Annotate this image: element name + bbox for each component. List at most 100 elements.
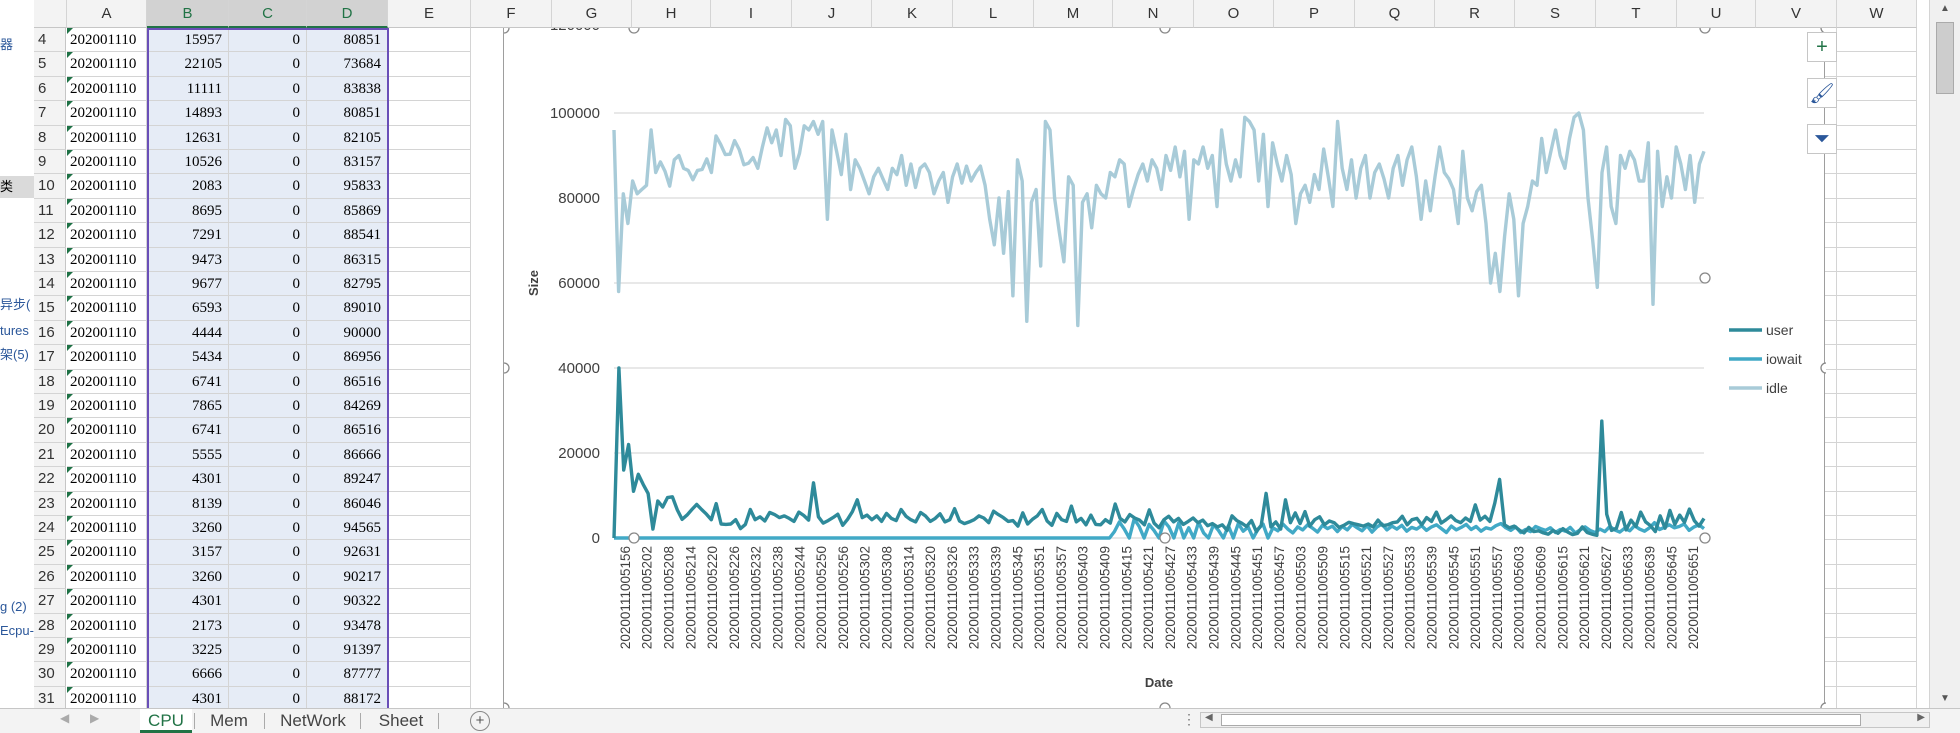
cell-e[interactable] xyxy=(388,247,471,272)
cell-c[interactable]: 0 xyxy=(229,320,307,346)
cell-e[interactable] xyxy=(388,662,471,687)
cell-c[interactable]: 0 xyxy=(229,198,307,224)
sheet-tab-sheet[interactable]: Sheet xyxy=(366,709,436,733)
row-header[interactable]: 17 xyxy=(34,345,66,370)
row-header[interactable]: 22 xyxy=(34,467,66,492)
cell-c[interactable]: 0 xyxy=(229,516,307,541)
cell-e[interactable] xyxy=(388,150,471,175)
nav-item[interactable]: 类 xyxy=(0,176,34,198)
cell-c[interactable]: 0 xyxy=(229,125,307,150)
column-header-p[interactable]: P xyxy=(1274,0,1355,28)
cell-d[interactable]: 89247 xyxy=(307,467,388,492)
cell-d[interactable]: 90000 xyxy=(307,320,388,346)
column-header-v[interactable]: V xyxy=(1756,0,1837,28)
add-sheet-icon[interactable]: + xyxy=(470,711,490,731)
cell-c[interactable]: 0 xyxy=(229,589,307,614)
cell-e[interactable] xyxy=(388,589,471,614)
row-header[interactable]: 16 xyxy=(34,320,66,346)
cell-d[interactable]: 80851 xyxy=(307,101,388,126)
row-header[interactable]: 13 xyxy=(34,247,66,272)
cell-c[interactable]: 0 xyxy=(229,101,307,126)
cell-b[interactable]: 6741 xyxy=(147,418,229,443)
cell-e[interactable] xyxy=(388,516,471,541)
nav-item[interactable]: g (2) xyxy=(0,596,27,618)
cell-a[interactable]: 202001110 xyxy=(67,52,147,77)
cell-empty[interactable] xyxy=(1837,613,1917,638)
column-header-l[interactable]: L xyxy=(953,0,1034,28)
cell-a[interactable]: 202001110 xyxy=(67,296,147,321)
row-header[interactable]: 12 xyxy=(34,223,66,248)
cell-a[interactable]: 202001110 xyxy=(67,394,147,419)
cell-a[interactable]: 202001110 xyxy=(67,491,147,516)
cell-e[interactable] xyxy=(388,272,471,297)
row-header[interactable]: 24 xyxy=(34,516,66,541)
cell-empty[interactable] xyxy=(1837,52,1917,77)
sheet-tab-mem[interactable]: Mem xyxy=(196,709,262,733)
cell-b[interactable]: 6741 xyxy=(147,369,229,394)
cell-empty[interactable] xyxy=(1837,296,1917,321)
column-header-h[interactable]: H xyxy=(632,0,711,28)
column-header-u[interactable]: U xyxy=(1677,0,1756,28)
row-header[interactable]: 28 xyxy=(34,613,66,638)
cell-b[interactable]: 6593 xyxy=(147,296,229,321)
cell-c[interactable]: 0 xyxy=(229,174,307,199)
cell-b[interactable]: 4301 xyxy=(147,589,229,614)
cell-empty[interactable] xyxy=(1837,223,1917,248)
cell-d[interactable]: 86315 xyxy=(307,247,388,272)
cell-a[interactable]: 202001110 xyxy=(67,662,147,687)
column-header-e[interactable]: E xyxy=(388,0,471,28)
cell-c[interactable]: 0 xyxy=(229,686,307,708)
cell-b[interactable]: 3157 xyxy=(147,540,229,565)
cell-a[interactable]: 202001110 xyxy=(67,320,147,346)
cell-c[interactable]: 0 xyxy=(229,467,307,492)
horizontal-scrollbar[interactable]: ◀ ▶ xyxy=(1200,712,1930,728)
select-all-corner[interactable] xyxy=(34,0,67,28)
cell-c[interactable]: 0 xyxy=(229,52,307,77)
row-header[interactable]: 23 xyxy=(34,491,66,516)
cell-e[interactable] xyxy=(388,28,471,53)
column-header-r[interactable]: R xyxy=(1435,0,1515,28)
cell-b[interactable]: 4301 xyxy=(147,686,229,708)
cell-b[interactable]: 14893 xyxy=(147,101,229,126)
cell-a[interactable]: 202001110 xyxy=(67,418,147,443)
cell-c[interactable]: 0 xyxy=(229,540,307,565)
cell-b[interactable]: 2173 xyxy=(147,613,229,638)
cell-d[interactable]: 90322 xyxy=(307,589,388,614)
row-header[interactable]: 20 xyxy=(34,418,66,443)
column-header-d[interactable]: D xyxy=(307,0,388,28)
cell-e[interactable] xyxy=(388,198,471,224)
cell-b[interactable]: 10526 xyxy=(147,150,229,175)
cell-a[interactable]: 202001110 xyxy=(67,516,147,541)
row-header[interactable]: 8 xyxy=(34,125,66,150)
column-header-s[interactable]: S xyxy=(1515,0,1596,28)
cell-b[interactable]: 8695 xyxy=(147,198,229,224)
row-header[interactable]: 15 xyxy=(34,296,66,321)
sheet-tab-cpu[interactable]: CPU xyxy=(140,709,192,733)
cell-e[interactable] xyxy=(388,418,471,443)
cell-d[interactable]: 92631 xyxy=(307,540,388,565)
cell-d[interactable]: 86956 xyxy=(307,345,388,370)
cell-empty[interactable] xyxy=(1837,125,1917,150)
cell-c[interactable]: 0 xyxy=(229,76,307,102)
column-header-q[interactable]: Q xyxy=(1355,0,1435,28)
row-header[interactable]: 19 xyxy=(34,394,66,419)
cell-empty[interactable] xyxy=(1837,638,1917,663)
column-header-f[interactable]: F xyxy=(471,0,552,28)
cell-d[interactable]: 86666 xyxy=(307,442,388,468)
cell-d[interactable]: 73684 xyxy=(307,52,388,77)
cell-empty[interactable] xyxy=(1837,272,1917,297)
cell-empty[interactable] xyxy=(1837,540,1917,565)
column-header-c[interactable]: C xyxy=(229,0,307,28)
cell-d[interactable]: 83838 xyxy=(307,76,388,102)
cell-e[interactable] xyxy=(388,613,471,638)
cell-b[interactable]: 9677 xyxy=(147,272,229,297)
cell-empty[interactable] xyxy=(1837,174,1917,199)
row-header[interactable]: 25 xyxy=(34,540,66,565)
filter-icon[interactable]: ⏷ xyxy=(1807,124,1837,154)
cell-d[interactable]: 86516 xyxy=(307,369,388,394)
tab-next-icon[interactable]: ▶ xyxy=(90,711,99,725)
cell-c[interactable]: 0 xyxy=(229,613,307,638)
cell-e[interactable] xyxy=(388,76,471,102)
row-header[interactable]: 14 xyxy=(34,272,66,297)
cell-empty[interactable] xyxy=(1837,76,1917,102)
